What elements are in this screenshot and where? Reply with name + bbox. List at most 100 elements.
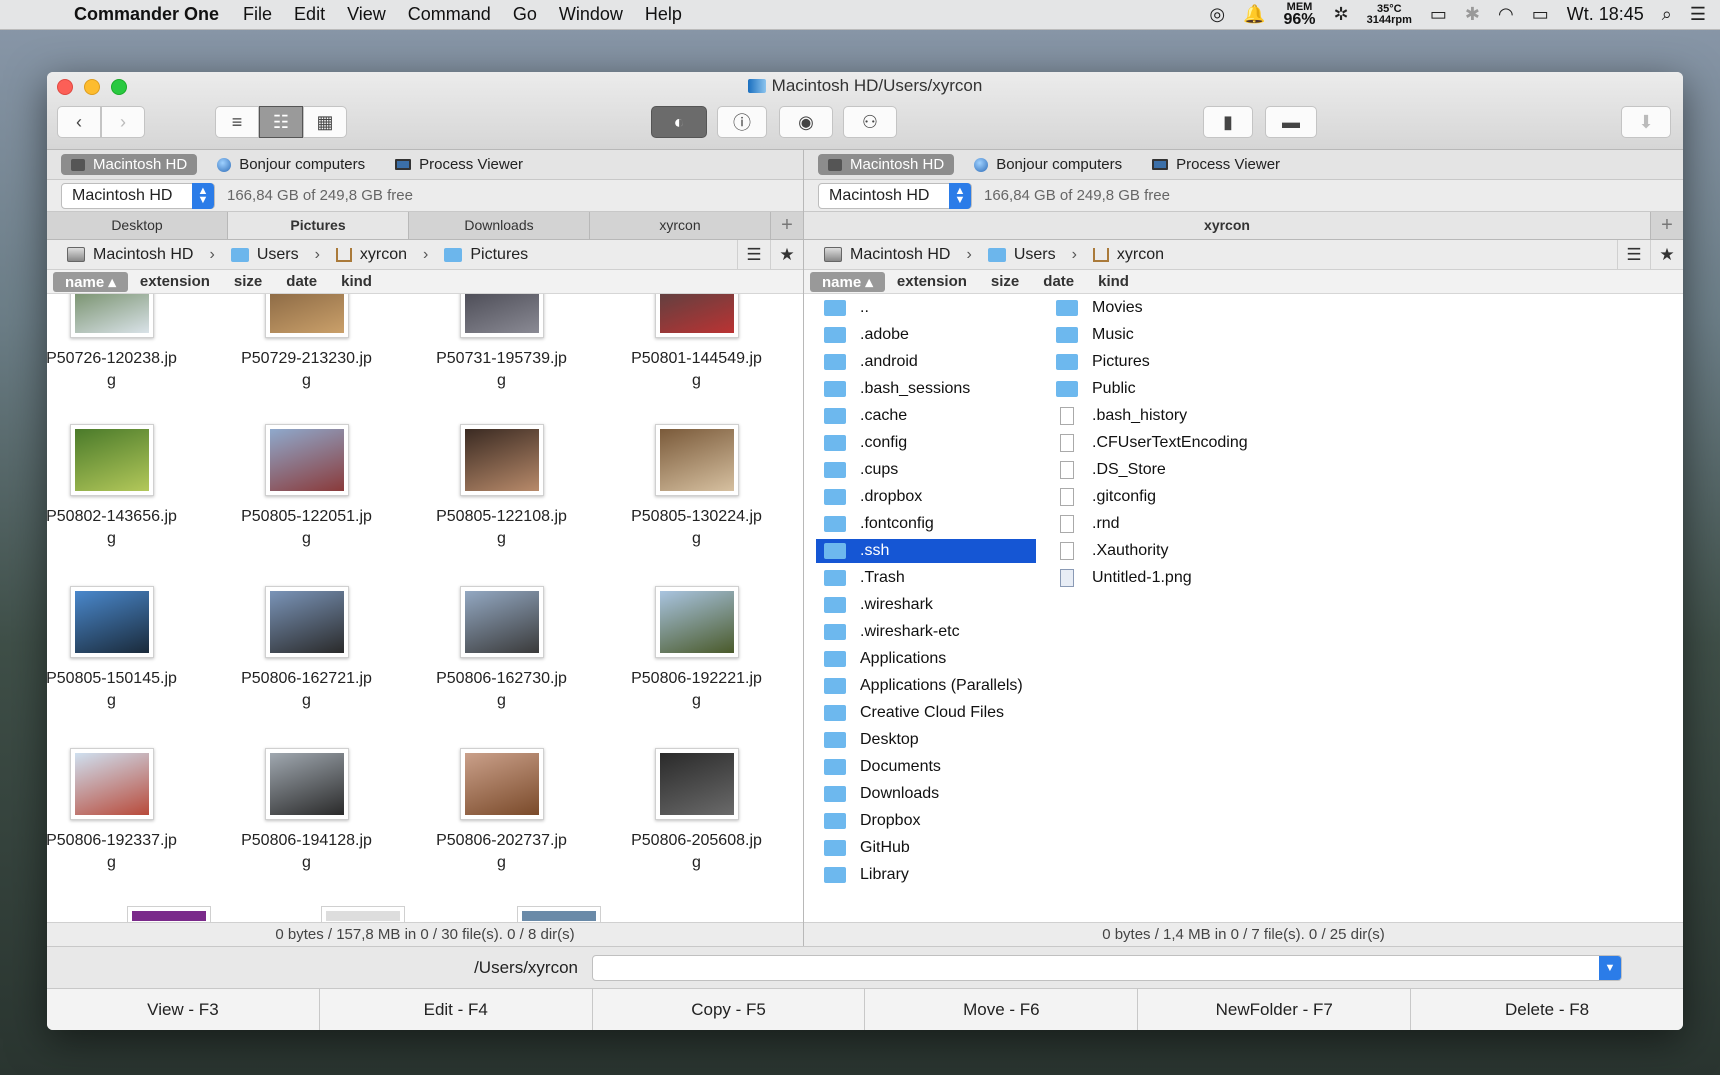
menu-go[interactable]: Go bbox=[513, 4, 537, 25]
notification-center-icon[interactable]: ☰ bbox=[1690, 4, 1706, 25]
thumbnail-item[interactable]: P50806-194128.jp g bbox=[209, 748, 404, 874]
file-list-item[interactable]: .rnd bbox=[1048, 512, 1120, 536]
menu-edit[interactable]: Edit bbox=[294, 4, 325, 25]
breadcrumb-item[interactable]: xyrcon bbox=[360, 246, 407, 264]
breadcrumb-item[interactable]: Users bbox=[1014, 246, 1056, 264]
temperature-indicator[interactable]: 35°C 3144rpm bbox=[1367, 3, 1412, 26]
file-list-item[interactable]: .bash_history bbox=[1048, 404, 1187, 428]
file-list-item[interactable]: Downloads bbox=[816, 782, 1036, 806]
app-name-menu[interactable]: Commander One bbox=[74, 4, 219, 25]
favorites-star-icon[interactable]: ★ bbox=[1650, 239, 1683, 270]
fan-icon[interactable]: ✲ bbox=[1334, 4, 1349, 25]
right-volume-select[interactable]: Macintosh HD ▲ ▼ bbox=[818, 182, 972, 209]
file-list-item[interactable]: .ssh bbox=[816, 539, 1036, 563]
info-icon[interactable]: ⓘ bbox=[717, 106, 767, 138]
thumbnail-item[interactable]: P50726-120238.jp g bbox=[47, 294, 209, 392]
thumbnail-item[interactable]: P50805-122051.jp g bbox=[209, 424, 404, 550]
thumbnail-item[interactable]: P50806-192337.jp g bbox=[47, 748, 209, 874]
col-kind[interactable]: kind bbox=[1086, 273, 1141, 290]
file-list-item[interactable]: GitHub bbox=[816, 836, 1036, 860]
file-list-item[interactable]: .android bbox=[816, 350, 1036, 374]
history-list-icon[interactable]: ☰ bbox=[737, 239, 770, 270]
right-device-bonjour[interactable]: Bonjour computers bbox=[964, 154, 1132, 175]
left-device-bonjour[interactable]: Bonjour computers bbox=[207, 154, 375, 175]
thumbnail-item[interactable]: P50805-122108.jp g bbox=[404, 424, 599, 550]
file-list-item[interactable]: .adobe bbox=[816, 323, 1036, 347]
tab-downloads[interactable]: Downloads bbox=[409, 212, 590, 239]
col-size[interactable]: size bbox=[979, 273, 1031, 290]
thumbnail-item[interactable]: P50801-144549.jp g bbox=[599, 294, 794, 392]
file-list-item[interactable]: Movies bbox=[1048, 296, 1143, 320]
add-tab-plus-icon[interactable]: + bbox=[1651, 212, 1683, 239]
thumbnail-partial[interactable] bbox=[517, 906, 601, 922]
thumbnail-partial[interactable] bbox=[321, 906, 405, 922]
archive-icon[interactable]: ▮ bbox=[1203, 106, 1253, 138]
thumbnail-item[interactable]: P50806-162721.jp g bbox=[209, 586, 404, 712]
file-list-item[interactable]: Creative Cloud Files bbox=[816, 701, 1036, 725]
quick-look-eye-icon[interactable]: ◉ bbox=[779, 106, 833, 138]
battery-icon[interactable]: ▭ bbox=[1532, 4, 1549, 25]
col-name[interactable]: name ▴ bbox=[53, 271, 128, 292]
file-list-item[interactable]: .. bbox=[816, 296, 1036, 320]
file-list-item[interactable]: .CFUserTextEncoding bbox=[1048, 431, 1248, 455]
col-size[interactable]: size bbox=[222, 273, 274, 290]
delete-f8-button[interactable]: Delete - F8 bbox=[1411, 989, 1683, 1030]
file-list-item[interactable]: Documents bbox=[816, 755, 1036, 779]
breadcrumb-item[interactable]: Users bbox=[257, 246, 299, 264]
col-name[interactable]: name ▴ bbox=[810, 271, 885, 292]
menu-view[interactable]: View bbox=[347, 4, 386, 25]
file-list-item[interactable]: Pictures bbox=[1048, 350, 1150, 374]
file-list-item[interactable]: .config bbox=[816, 431, 1036, 455]
file-list-item[interactable]: Dropbox bbox=[816, 809, 1036, 833]
display-icon[interactable]: ▭ bbox=[1430, 4, 1447, 25]
tab-pictures[interactable]: Pictures bbox=[228, 212, 409, 239]
spotlight-search-icon[interactable]: ⌕ bbox=[1662, 4, 1672, 25]
menu-window[interactable]: Window bbox=[559, 4, 623, 25]
memory-indicator[interactable]: MEM 96% bbox=[1283, 2, 1315, 28]
left-volume-select[interactable]: Macintosh HD ▲ ▼ bbox=[61, 182, 215, 209]
tab-xyrcon[interactable]: xyrcon bbox=[804, 212, 1651, 239]
file-list-item[interactable]: Applications (Parallels) bbox=[816, 674, 1036, 698]
thumbnail-partial[interactable] bbox=[127, 906, 211, 922]
breadcrumb-item[interactable]: Macintosh HD bbox=[850, 246, 950, 264]
thumbnail-item[interactable]: P50805-130224.jp g bbox=[599, 424, 794, 550]
file-list-item[interactable]: .wireshark bbox=[816, 593, 1036, 617]
search-binoculars-icon[interactable]: ⚇ bbox=[843, 106, 897, 138]
file-list-item[interactable]: Applications bbox=[816, 647, 1036, 671]
network-connect-icon[interactable]: ▬ bbox=[1265, 106, 1317, 138]
file-list-item[interactable]: Music bbox=[1048, 323, 1134, 347]
file-list-item[interactable]: .dropbox bbox=[816, 485, 1036, 509]
file-list-item[interactable]: .bash_sessions bbox=[816, 377, 1036, 401]
tab-desktop[interactable]: Desktop bbox=[47, 212, 228, 239]
file-list-item[interactable]: .Xauthority bbox=[1048, 539, 1168, 563]
file-list-item[interactable]: .Trash bbox=[816, 566, 1036, 590]
creative-cloud-icon[interactable]: ◎ bbox=[1209, 4, 1225, 25]
col-extension[interactable]: extension bbox=[128, 273, 222, 290]
notification-bell-icon[interactable]: 🔔 bbox=[1243, 4, 1265, 25]
file-list-item[interactable]: .gitconfig bbox=[1048, 485, 1156, 509]
col-date[interactable]: date bbox=[274, 273, 329, 290]
left-device-process-viewer[interactable]: Process Viewer bbox=[385, 154, 533, 175]
file-list-item[interactable]: .DS_Store bbox=[1048, 458, 1166, 482]
file-list-item[interactable]: Public bbox=[1048, 377, 1136, 401]
download-queue-icon[interactable]: ⬇ bbox=[1621, 106, 1671, 138]
menu-help[interactable]: Help bbox=[645, 4, 682, 25]
file-list-item[interactable]: .cups bbox=[816, 458, 1036, 482]
move-f6-button[interactable]: Move - F6 bbox=[865, 989, 1139, 1030]
full-view-icon[interactable]: ☷ bbox=[259, 106, 303, 138]
col-extension[interactable]: extension bbox=[885, 273, 979, 290]
breadcrumb-item[interactable]: xyrcon bbox=[1117, 246, 1164, 264]
thumbnail-item[interactable]: P50806-205608.jp g bbox=[599, 748, 794, 874]
col-kind[interactable]: kind bbox=[329, 273, 384, 290]
clock[interactable]: Wt. 18:45 bbox=[1567, 4, 1644, 25]
file-list-item[interactable]: Untitled-1.png bbox=[1048, 566, 1192, 590]
tab-xyrcon[interactable]: xyrcon bbox=[590, 212, 771, 239]
left-device-macintosh-hd[interactable]: Macintosh HD bbox=[61, 154, 198, 175]
right-device-process-viewer[interactable]: Process Viewer bbox=[1142, 154, 1290, 175]
chevron-down-icon[interactable]: ▼ bbox=[1599, 955, 1621, 980]
wifi-icon[interactable]: ◠ bbox=[1498, 4, 1514, 25]
menu-file[interactable]: File bbox=[243, 4, 272, 25]
forward-button[interactable]: › bbox=[101, 106, 145, 138]
thumbnail-item[interactable]: P50805-150145.jp g bbox=[47, 586, 209, 712]
breadcrumb-item[interactable]: Pictures bbox=[470, 246, 528, 264]
